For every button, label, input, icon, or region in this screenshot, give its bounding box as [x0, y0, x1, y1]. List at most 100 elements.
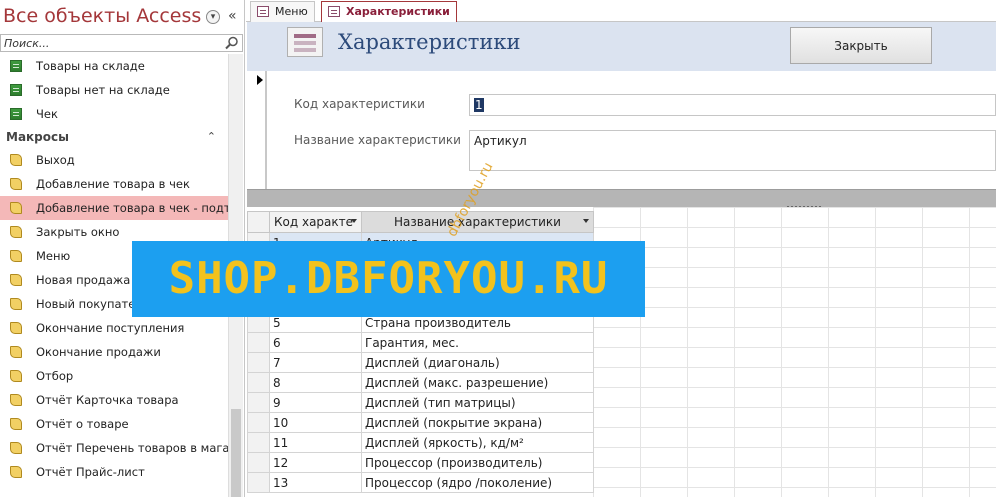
nav-macro-item[interactable]: Отчёт о товаре	[0, 412, 228, 436]
cell-name[interactable]: Дисплей (тип матрицы)	[361, 392, 594, 413]
nav-macro-item[interactable]: Отчёт Прайс-лист	[0, 460, 228, 484]
row-selector[interactable]	[247, 432, 270, 453]
cell-name[interactable]: Дисплей (диагональ)	[361, 352, 594, 373]
row-selector[interactable]	[247, 452, 270, 473]
form-header: Характеристики Закрыть	[247, 22, 996, 71]
nav-search-input[interactable]	[1, 35, 216, 51]
empty-grid-area	[593, 207, 996, 497]
macro-icon	[10, 226, 22, 238]
nav-item-label: Добавление товара в чек	[36, 177, 190, 191]
collapse-pane-icon[interactable]: «	[228, 8, 237, 24]
cell-name[interactable]: Дисплей (покрытие экрана)	[361, 412, 594, 433]
nav-macro-item[interactable]: Отчёт Перечень товаров в мага...	[0, 436, 228, 460]
macro-icon	[10, 370, 22, 382]
nav-table-item[interactable]: Чек	[0, 102, 228, 126]
cell-code[interactable]: 12	[269, 452, 362, 473]
nav-macro-item-selected[interactable]: Добавление товара в чек - подтв	[0, 196, 228, 220]
nav-item-label: Товары нет на складе	[36, 83, 170, 97]
scrollbar-thumb[interactable]	[231, 409, 241, 497]
code-value: 1	[474, 98, 484, 112]
sort-dropdown-icon[interactable]	[583, 219, 589, 223]
nav-table-item[interactable]: Товары нет на складе	[0, 78, 228, 102]
code-label: Код характеристики	[294, 97, 425, 111]
search-icon[interactable]	[225, 36, 239, 50]
cell-name[interactable]: Гарантия, мес.	[361, 332, 594, 353]
nav-item-label: Окончание продажи	[36, 345, 161, 359]
table-row[interactable]: 11 Дисплей (яркость), кд/м²	[247, 432, 594, 453]
cell-name[interactable]: Процессор (производитель)	[361, 452, 594, 473]
cell-code[interactable]: 7	[269, 352, 362, 373]
split-form-divider[interactable]	[247, 189, 996, 208]
table-row[interactable]: 9 Дисплей (тип матрицы)	[247, 392, 594, 413]
cell-code[interactable]: 10	[269, 412, 362, 433]
macro-icon	[10, 154, 22, 166]
nav-header: Все объекты Access ▾ «	[0, 0, 245, 34]
row-selector[interactable]	[247, 472, 270, 493]
nav-macro-item[interactable]: Выход	[0, 148, 228, 172]
nav-macro-item[interactable]: Окончание продажи	[0, 340, 228, 364]
tab-menu[interactable]: Меню	[250, 1, 315, 22]
name-field[interactable]: Артикул	[469, 130, 996, 171]
form-icon	[257, 6, 269, 17]
nav-item-label: Чек	[36, 107, 58, 121]
tab-label: Меню	[275, 5, 308, 18]
nav-macro-item[interactable]: Отчёт Карточка товара	[0, 388, 228, 412]
macro-icon	[10, 274, 22, 286]
nav-macro-item[interactable]: Добавление товара в чек	[0, 172, 228, 196]
record-selector[interactable]	[247, 71, 267, 189]
row-selector[interactable]	[247, 412, 270, 433]
nav-table-item[interactable]: Товары на складе	[0, 54, 228, 78]
nav-item-label: Отчёт Карточка товара	[36, 393, 179, 407]
nav-title[interactable]: Все объекты Access	[3, 5, 201, 27]
macro-icon	[10, 466, 22, 478]
watermark-banner: SHOP.DBFORYOU.RU	[132, 241, 645, 317]
row-selector[interactable]	[247, 352, 270, 373]
nav-macro-item[interactable]: Окончание поступления	[0, 316, 228, 340]
code-field[interactable]: 1	[469, 94, 996, 116]
table-row[interactable]: 8 Дисплей (макс. разрешение)	[247, 372, 594, 393]
column-header-name[interactable]: Название характеристики	[361, 211, 594, 233]
row-selector[interactable]	[247, 372, 270, 393]
form-logo-icon	[287, 27, 323, 57]
macro-icon	[10, 178, 22, 190]
sort-dropdown-icon[interactable]	[351, 219, 357, 223]
cell-code[interactable]: 13	[269, 472, 362, 493]
collapse-group-icon[interactable]: ⌃	[207, 126, 216, 148]
nav-group-macros[interactable]: Макросы ⌃	[0, 126, 228, 148]
row-selector[interactable]	[247, 392, 270, 413]
current-record-arrow-icon	[257, 75, 263, 85]
table-icon	[10, 108, 22, 120]
table-row[interactable]: 7 Дисплей (диагональ)	[247, 352, 594, 373]
cell-name[interactable]: Процессор (ядро /поколение)	[361, 472, 594, 493]
form-title: Характеристики	[338, 30, 521, 54]
table-row[interactable]: 13 Процессор (ядро /поколение)	[247, 472, 594, 493]
table-row[interactable]: 6 Гарантия, мес.	[247, 332, 594, 353]
cell-name[interactable]: Дисплей (макс. разрешение)	[361, 372, 594, 393]
nav-item-label: Отбор	[36, 369, 74, 383]
cell-code[interactable]: 11	[269, 432, 362, 453]
nav-item-label: Отчёт Прайс-лист	[36, 465, 145, 479]
macro-icon	[10, 250, 22, 262]
macro-icon	[10, 442, 22, 454]
select-all-corner[interactable]	[247, 211, 270, 233]
nav-item-label: Новая продажа	[36, 273, 131, 287]
cell-code[interactable]: 6	[269, 332, 362, 353]
nav-item-label: Отчёт о товаре	[36, 417, 129, 431]
cell-code[interactable]: 9	[269, 392, 362, 413]
column-header-label: Название характеристики	[394, 215, 561, 229]
nav-macro-item[interactable]: Отбор	[0, 364, 228, 388]
table-row[interactable]: 12 Процессор (производитель)	[247, 452, 594, 473]
nav-menu-chevron-icon[interactable]: ▾	[206, 10, 220, 24]
nav-search-box	[0, 34, 243, 52]
cell-code[interactable]: 8	[269, 372, 362, 393]
cell-name[interactable]: Дисплей (яркость), кд/м²	[361, 432, 594, 453]
macro-icon	[10, 346, 22, 358]
close-button[interactable]: Закрыть	[790, 27, 932, 64]
column-header-code[interactable]: Код характе	[269, 211, 362, 233]
macro-icon	[10, 418, 22, 430]
table-row[interactable]: 10 Дисплей (покрытие экрана)	[247, 412, 594, 433]
tab-characteristics[interactable]: Характеристики	[321, 1, 457, 23]
nav-item-label: Товары на складе	[36, 59, 145, 73]
nav-item-label: Выход	[36, 153, 75, 167]
row-selector[interactable]	[247, 332, 270, 353]
